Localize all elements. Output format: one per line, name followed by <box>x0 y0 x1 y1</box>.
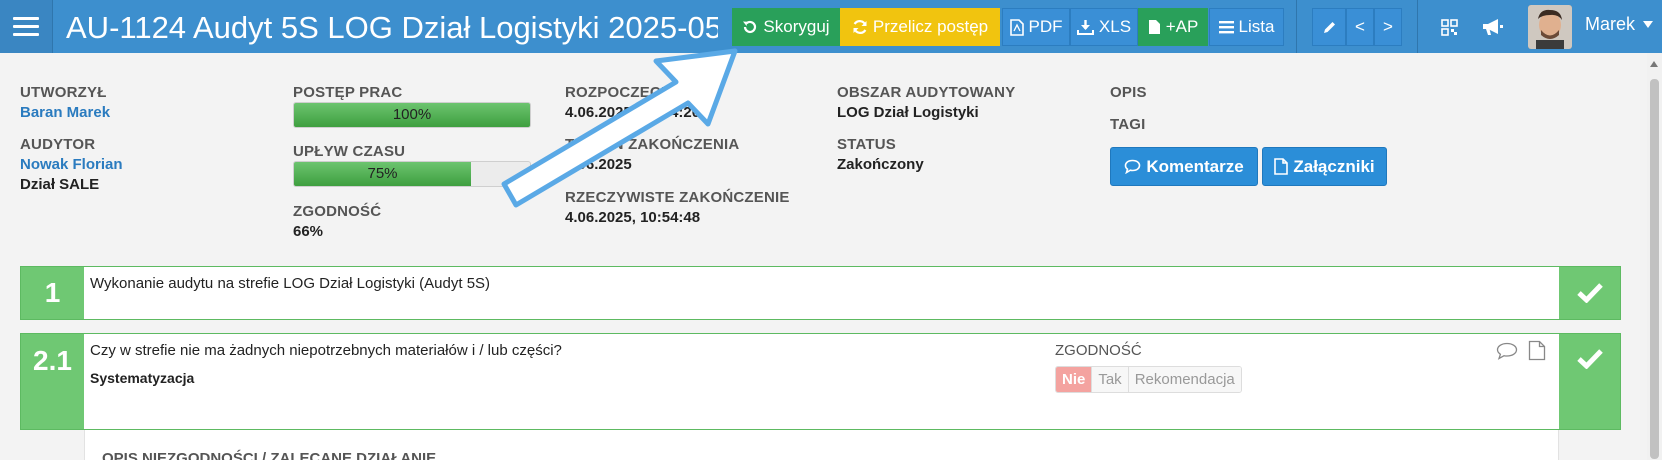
created-by-label: UTWORZYŁ <box>20 84 107 101</box>
nonconformity-label: OPIS NIEZGODNOŚCI / ZALECANE DZIAŁANIE <box>102 450 437 460</box>
megaphone-icon <box>1483 19 1503 35</box>
pdf-file-icon <box>1009 18 1024 36</box>
avatar[interactable] <box>1528 5 1572 49</box>
menu-hamburger-button[interactable] <box>0 0 53 53</box>
download-icon <box>1076 20 1094 35</box>
comments-label: Komentarze <box>1146 156 1244 176</box>
file-icon <box>1528 340 1546 361</box>
lista-button[interactable]: Lista <box>1209 8 1284 46</box>
user-menu[interactable]: Marek <box>1585 14 1654 35</box>
pdf-label: PDF <box>1028 17 1063 36</box>
divider <box>1417 0 1418 53</box>
xls-label: XLS <box>1098 17 1132 36</box>
przelicz-label: Przelicz postęp <box>872 17 989 36</box>
next-button[interactable]: > <box>1374 8 1402 46</box>
start-value: 4.06.2025, 10:54:20 <box>565 104 701 121</box>
prev-label: < <box>1355 17 1365 36</box>
row-check-button[interactable] <box>1559 267 1620 319</box>
comments-button[interactable]: Komentarze <box>1110 147 1258 186</box>
skoryguj-label: Skoryguj <box>763 17 830 36</box>
attachments-button[interactable]: Załączniki <box>1262 147 1387 186</box>
divider <box>1296 0 1297 53</box>
refresh-icon <box>853 20 867 34</box>
row-attachment-button[interactable] <box>1528 340 1546 366</box>
next-label: > <box>1383 17 1393 36</box>
row-number: 2.1 <box>21 334 84 429</box>
file-icon <box>1274 158 1289 175</box>
compliance-label: ZGODNOŚĆ <box>293 203 382 220</box>
auditor-link[interactable]: Nowak Florian <box>20 156 123 173</box>
list-icon <box>1218 21 1234 34</box>
tags-label: TAGI <box>1110 116 1146 133</box>
compliance-selector: Nie Tak Rekomendacja <box>1055 366 1242 393</box>
progress-bar-text: 100% <box>392 106 432 123</box>
checkmark-icon <box>1576 349 1603 369</box>
time-elapsed-bar: 75% <box>293 161 531 187</box>
row-comment-button[interactable] <box>1496 342 1518 365</box>
created-by-link[interactable]: Baran Marek <box>20 104 110 121</box>
skoryguj-button[interactable]: Skoryguj <box>732 8 840 46</box>
xls-button[interactable]: XLS <box>1070 8 1138 46</box>
caret-down-icon <box>1643 21 1654 28</box>
hamburger-icon <box>13 16 39 37</box>
scrollbar[interactable] <box>1647 53 1662 460</box>
deadline-label: TERMIN ZAKOŃCZENIA <box>565 136 740 153</box>
comment-icon <box>1496 342 1518 360</box>
checkmark-icon <box>1576 283 1603 303</box>
add-action-plan-button[interactable]: +AP <box>1138 8 1208 46</box>
description-label: OPIS <box>1110 84 1147 101</box>
undo-icon <box>743 20 757 34</box>
actual-end-label: RZECZYWISTE ZAKOŃCZENIE <box>565 189 790 206</box>
username-label: Marek <box>1585 14 1636 34</box>
scrollbar-thumb[interactable] <box>1650 79 1659 459</box>
compliance-header: ZGODNOŚĆ <box>1055 342 1142 359</box>
attachments-label: Załączniki <box>1293 156 1375 176</box>
time-elapsed-text: 75% <box>367 165 398 182</box>
pencil-icon <box>1323 21 1335 33</box>
audited-area-label: OBSZAR AUDYTOWANY <box>837 84 1016 101</box>
announcements-button[interactable] <box>1478 12 1508 42</box>
scroll-up-arrow-icon[interactable] <box>1650 61 1658 67</box>
question-text: Czy w strefie nie ma żadnych niepotrzebn… <box>90 342 562 359</box>
row-number: 1 <box>21 267 84 319</box>
przelicz-postep-button[interactable]: Przelicz postęp <box>840 8 1000 46</box>
status-value: Zakończony <box>837 156 924 173</box>
option-rekomendacja[interactable]: Rekomendacja <box>1128 367 1241 392</box>
comment-icon <box>1125 159 1141 174</box>
status-label: STATUS <box>837 136 896 153</box>
auditor-label: AUDYTOR <box>20 136 96 153</box>
time-elapsed-label: UPŁYW CZASU <box>293 143 406 160</box>
file-icon <box>1148 20 1160 34</box>
prev-button[interactable]: < <box>1346 8 1374 46</box>
compliance-value: 66% <box>293 223 324 240</box>
lista-label: Lista <box>1238 17 1275 36</box>
ap-label: +AP <box>1165 17 1199 36</box>
audited-area-value: LOG Dział Logistyki <box>837 104 979 121</box>
edit-button[interactable] <box>1312 8 1346 46</box>
progress-label: POSTĘP PRAC <box>293 84 403 101</box>
qr-code-button[interactable] <box>1434 12 1464 42</box>
auditor-department: Dział SALE <box>20 176 100 193</box>
start-label: ROZPOCZĘCIE <box>565 84 676 101</box>
option-nie[interactable]: Nie <box>1056 367 1093 392</box>
pdf-button[interactable]: PDF <box>1002 8 1070 46</box>
question-category: Systematyzacja <box>90 370 195 386</box>
actual-end-value: 4.06.2025, 10:54:48 <box>565 209 701 226</box>
deadline-value: 4.06.2025 <box>565 156 632 173</box>
row-check-button[interactable] <box>1559 334 1620 429</box>
progress-bar: 100% <box>293 102 531 128</box>
row-text: Wykonanie audytu na strefie LOG Dział Lo… <box>90 275 491 292</box>
top-bar: AU-1124 Audyt 5S LOG Dział Logistyki 202… <box>0 0 1662 53</box>
page-title: AU-1124 Audyt 5S LOG Dział Logistyki 202… <box>66 10 718 45</box>
option-tak[interactable]: Tak <box>1092 367 1129 392</box>
qr-code-icon <box>1440 18 1458 36</box>
user-avatar-icon <box>1528 5 1572 49</box>
